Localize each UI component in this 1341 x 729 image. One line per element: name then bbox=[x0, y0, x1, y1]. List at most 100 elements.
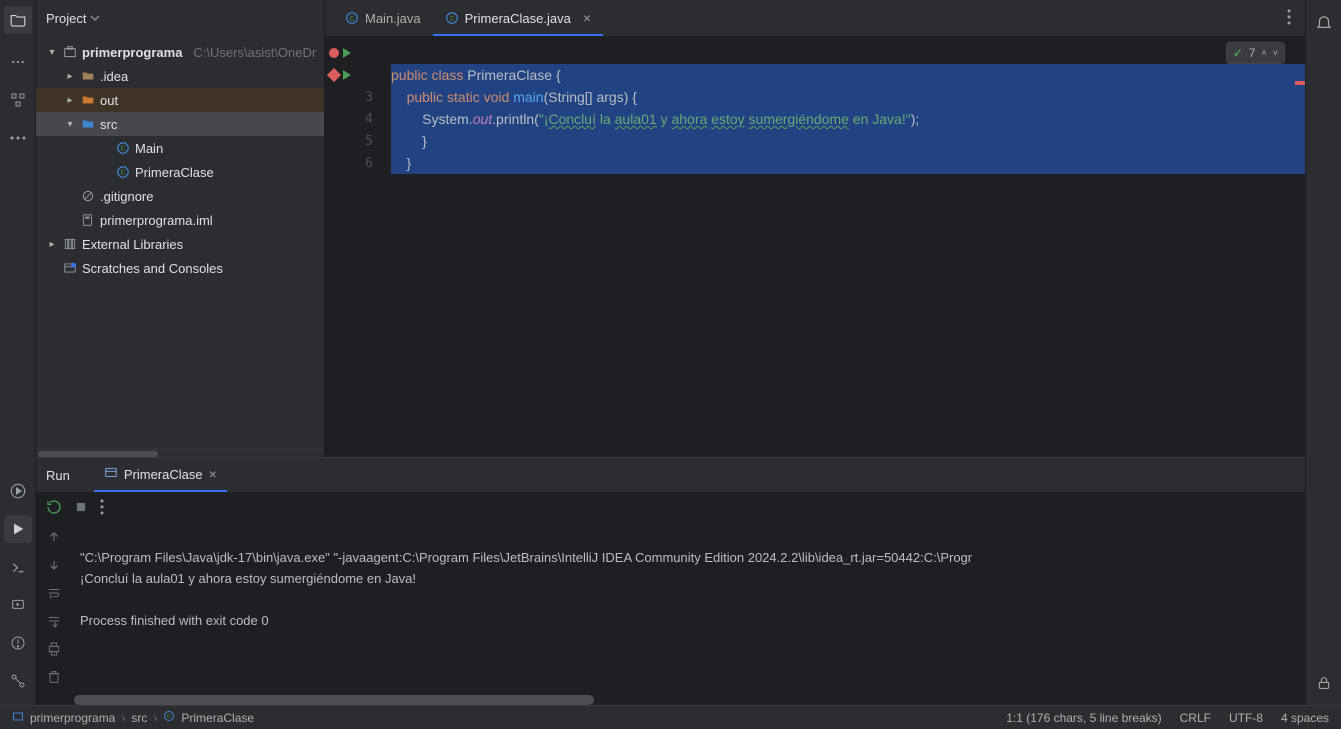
tree-class-main-label: Main bbox=[135, 141, 163, 156]
tree-scratches[interactable]: Scratches and Consoles bbox=[36, 256, 324, 280]
tree-folder-src[interactable]: ▾ src bbox=[36, 112, 324, 136]
svg-text:C: C bbox=[449, 15, 454, 22]
line-number[interactable]: 5 bbox=[325, 130, 385, 152]
debug-tool-icon[interactable] bbox=[4, 591, 32, 619]
tree-root-label: primerprograma bbox=[82, 45, 182, 60]
module-icon bbox=[12, 710, 24, 725]
soft-wrap-icon[interactable] bbox=[45, 584, 63, 602]
breadcrumb-class[interactable]: PrimeraClase bbox=[181, 711, 254, 725]
inspection-badge[interactable]: ✓ 7 ˄ ˅ bbox=[1226, 42, 1285, 64]
services-tool-icon[interactable] bbox=[4, 477, 32, 505]
run-gutter-icon[interactable] bbox=[343, 48, 351, 58]
breakpoint-icon[interactable] bbox=[327, 68, 341, 82]
close-icon[interactable]: × bbox=[209, 466, 217, 482]
chevron-right-icon[interactable]: ▸ bbox=[46, 239, 58, 250]
svg-text:C: C bbox=[350, 15, 355, 22]
chevron-right-icon[interactable]: ▸ bbox=[64, 71, 76, 82]
project-tree[interactable]: ▾ primerprograma C:\Users\asist\OneDr ▸ … bbox=[36, 36, 324, 449]
dots-icon[interactable] bbox=[4, 124, 32, 152]
tree-class-primera[interactable]: C PrimeraClase bbox=[36, 160, 324, 184]
line-number[interactable]: 3 bbox=[325, 86, 385, 108]
lock-icon[interactable] bbox=[1312, 671, 1336, 695]
editor-tab-main[interactable]: C Main.java bbox=[333, 2, 433, 36]
scroll-up-icon[interactable] bbox=[45, 528, 63, 546]
scroll-to-end-icon[interactable] bbox=[45, 612, 63, 630]
tree-file-gitignore[interactable]: .gitignore bbox=[36, 184, 324, 208]
folder-source-icon bbox=[81, 117, 95, 131]
library-icon bbox=[63, 237, 77, 251]
terminal-tool-icon[interactable] bbox=[4, 553, 32, 581]
folder-icon bbox=[81, 93, 95, 107]
tree-folder-out[interactable]: ▸ out bbox=[36, 88, 324, 112]
tree-folder-src-label: src bbox=[100, 117, 117, 132]
code-editor[interactable]: 3 4 5 6 public class PrimeraClase { publ… bbox=[325, 36, 1305, 457]
tree-folder-idea-label: .idea bbox=[100, 69, 128, 84]
class-icon: C bbox=[116, 165, 130, 179]
run-output[interactable]: "C:\Program Files\Java\jdk-17\bin\java.e… bbox=[72, 522, 1305, 705]
caret-up-icon[interactable]: ˄ bbox=[1261, 48, 1266, 58]
folder-icon bbox=[81, 69, 95, 83]
chevron-down-icon[interactable]: ▾ bbox=[64, 119, 76, 130]
chevron-down-icon[interactable]: ▾ bbox=[46, 47, 58, 58]
horizontal-scrollbar[interactable] bbox=[74, 695, 594, 705]
output-line: Process finished with exit code 0 bbox=[80, 613, 269, 628]
status-indent[interactable]: 4 spaces bbox=[1281, 711, 1329, 725]
tree-scratches-label: Scratches and Consoles bbox=[82, 261, 223, 276]
status-position[interactable]: 1:1 (176 chars, 5 line breaks) bbox=[1006, 711, 1161, 725]
tree-file-gitignore-label: .gitignore bbox=[100, 189, 153, 204]
code-content[interactable]: public class PrimeraClase { public stati… bbox=[385, 36, 1305, 457]
tool-rail-right bbox=[1305, 0, 1341, 705]
structure-tool-icon[interactable] bbox=[4, 86, 32, 114]
caret-down-icon[interactable]: ˅ bbox=[1273, 48, 1278, 58]
tree-root[interactable]: ▾ primerprograma C:\Users\asist\OneDr bbox=[36, 40, 324, 64]
tree-external-libs[interactable]: ▸ External Libraries bbox=[36, 232, 324, 256]
vcs-tool-icon[interactable] bbox=[4, 667, 32, 695]
check-icon: ✓ bbox=[1233, 46, 1243, 60]
file-icon bbox=[81, 189, 95, 203]
problems-tool-icon[interactable] bbox=[4, 629, 32, 657]
line-number[interactable]: 6 bbox=[325, 152, 385, 174]
app-icon bbox=[104, 466, 118, 483]
tree-root-hint: C:\Users\asist\OneDr bbox=[193, 45, 316, 60]
run-tool-icon[interactable] bbox=[4, 515, 32, 543]
trash-icon[interactable] bbox=[45, 668, 63, 686]
tree-external-libs-label: External Libraries bbox=[82, 237, 183, 252]
breadcrumb-src[interactable]: src bbox=[131, 711, 147, 725]
stop-icon[interactable] bbox=[74, 496, 88, 518]
status-encoding[interactable]: UTF-8 bbox=[1229, 711, 1263, 725]
editor-tab-primera-label: PrimeraClase.java bbox=[465, 11, 571, 26]
rerun-icon[interactable] bbox=[46, 496, 62, 518]
tree-folder-idea[interactable]: ▸ .idea bbox=[36, 64, 324, 88]
status-bar: primerprograma › src › C PrimeraClase 1:… bbox=[0, 705, 1341, 729]
error-stripe-mark[interactable] bbox=[1295, 81, 1305, 85]
run-tab-label: PrimeraClase bbox=[124, 467, 203, 482]
panel-title[interactable]: Project bbox=[46, 11, 100, 26]
line-number[interactable]: 4 bbox=[325, 108, 385, 130]
breakpoint-icon[interactable] bbox=[329, 48, 339, 58]
close-icon[interactable]: × bbox=[583, 10, 591, 26]
tree-class-main[interactable]: C Main bbox=[36, 136, 324, 160]
notifications-icon[interactable] bbox=[1312, 10, 1336, 34]
status-eol[interactable]: CRLF bbox=[1180, 711, 1211, 725]
tree-file-iml-label: primerprograma.iml bbox=[100, 213, 213, 228]
run-gutter-icon[interactable] bbox=[343, 70, 351, 80]
breadcrumb-module[interactable]: primerprograma bbox=[30, 711, 115, 725]
scroll-down-icon[interactable] bbox=[45, 556, 63, 574]
more-tool-icon[interactable] bbox=[4, 48, 32, 76]
more-vertical-icon[interactable] bbox=[100, 496, 104, 518]
print-icon[interactable] bbox=[45, 640, 63, 658]
tree-folder-out-label: out bbox=[100, 93, 118, 108]
svg-text:C: C bbox=[167, 714, 171, 720]
chevron-right-icon[interactable]: ▸ bbox=[64, 95, 76, 106]
svg-text:C: C bbox=[121, 169, 126, 176]
editor-tab-primera[interactable]: C PrimeraClase.java × bbox=[433, 2, 603, 36]
breadcrumb[interactable]: primerprograma › src › C PrimeraClase bbox=[30, 710, 254, 725]
file-icon bbox=[81, 213, 95, 227]
more-vertical-icon[interactable] bbox=[1287, 9, 1291, 28]
tree-file-iml[interactable]: primerprograma.iml bbox=[36, 208, 324, 232]
project-panel: Project ▾ primerprograma C:\Users\asist\… bbox=[36, 0, 325, 457]
chevron-down-icon bbox=[90, 13, 100, 23]
project-tool-icon[interactable] bbox=[4, 6, 32, 34]
class-icon: C bbox=[116, 141, 130, 155]
run-tab[interactable]: PrimeraClase × bbox=[94, 458, 227, 492]
